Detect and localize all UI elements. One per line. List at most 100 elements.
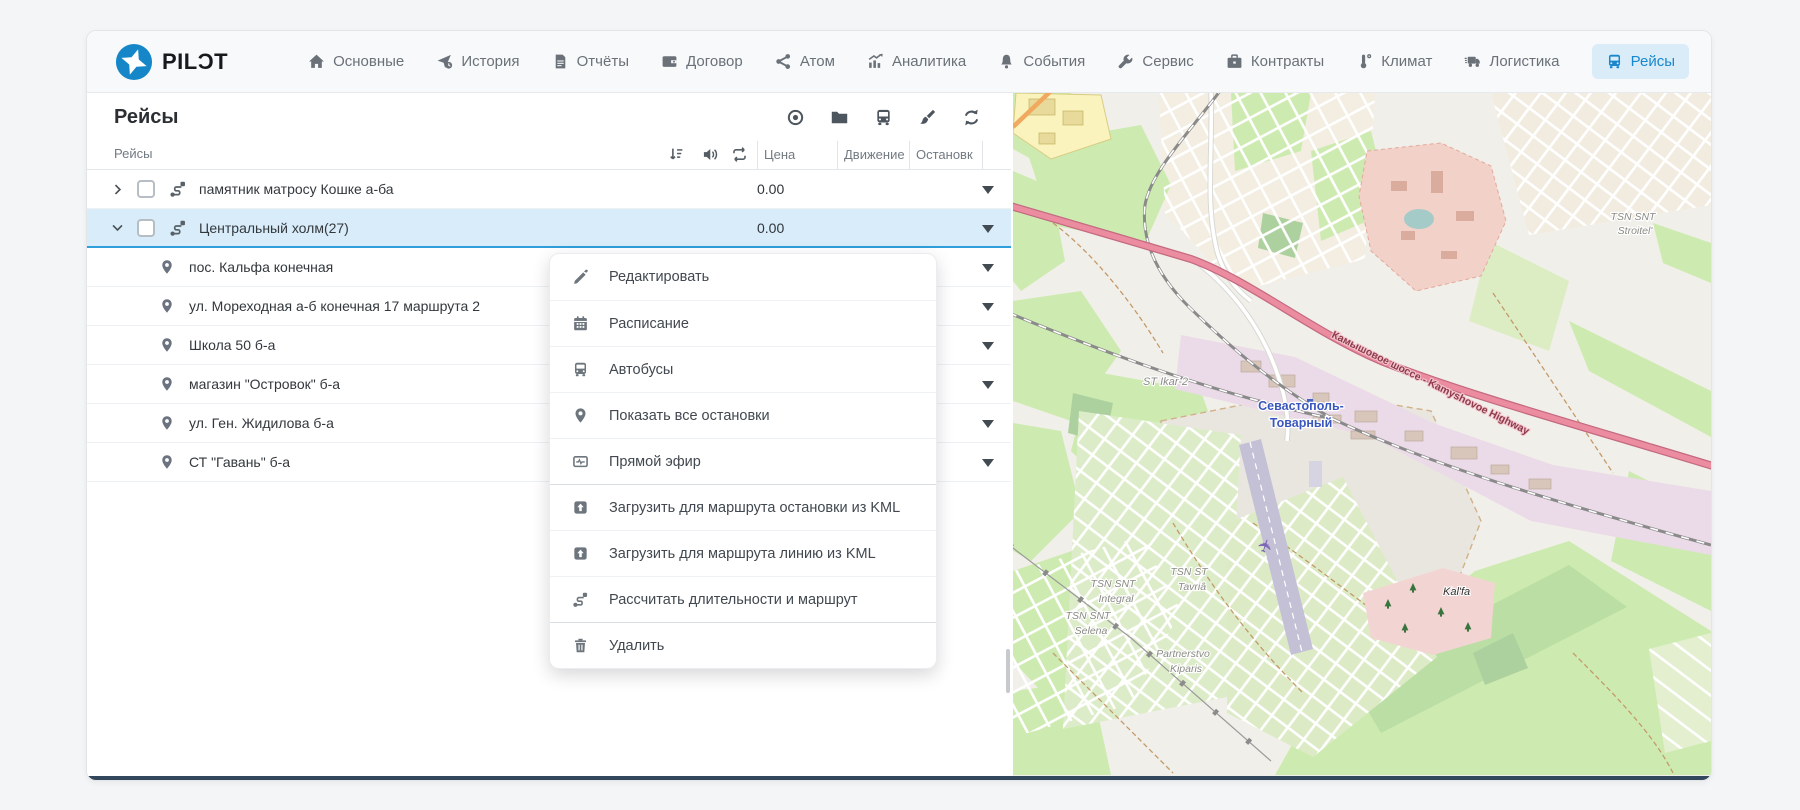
route-label: памятник матросу Кошке а-ба [199, 181, 394, 197]
nav-item-atom[interactable]: Атом [775, 53, 835, 70]
column-trips[interactable]: Рейсы [114, 146, 152, 161]
bell-icon [998, 53, 1015, 70]
bus-icon [572, 361, 589, 378]
menu-item-edit[interactable]: Редактировать [550, 254, 936, 300]
menu-label: Загрузить для маршрута линию из KML [609, 546, 876, 562]
nav-item-main[interactable]: Основные [308, 53, 404, 70]
map-canvas: ✈ TSN SNT [1013, 93, 1711, 778]
nav-label: События [1023, 53, 1085, 70]
pin-icon [159, 376, 175, 392]
brand-logo[interactable]: PILƆT [115, 43, 228, 81]
route-row-selected[interactable]: Центральный холм(27) 0.00 [87, 209, 1011, 248]
nav-item-trips[interactable]: Рейсы [1592, 44, 1689, 79]
row-checkbox[interactable] [137, 219, 155, 237]
calendar-icon [572, 315, 589, 332]
panel-title: Рейсы [114, 106, 178, 129]
row-caret-icon[interactable] [982, 342, 994, 350]
chevron-down-icon[interactable] [111, 221, 124, 234]
app-window: PILƆT Основные История Отчёты Договор Ат… [86, 30, 1712, 781]
stop-label: пос. Кальфа конечная [189, 259, 333, 275]
row-caret-icon[interactable] [982, 186, 994, 194]
menu-item-show-stops[interactable]: Показать все остановки [550, 392, 936, 438]
svg-text:Stroitel': Stroitel' [1618, 225, 1654, 237]
menu-item-calc-route[interactable]: Рассчитать длительности и маршрут [550, 576, 936, 622]
menu-item-schedule[interactable]: Расписание [550, 300, 936, 346]
menu-item-buses[interactable]: Автобусы [550, 346, 936, 392]
svg-text:ST Ikar-2: ST Ikar-2 [1143, 376, 1188, 388]
row-caret-icon[interactable] [982, 420, 994, 428]
column-price[interactable]: Цена [757, 141, 837, 169]
nav-label: Рейсы [1631, 53, 1675, 70]
nav-label: История [461, 53, 519, 70]
row-caret-icon[interactable] [982, 381, 994, 389]
column-movement[interactable]: Движение [837, 141, 909, 169]
nav-item-history[interactable]: История [436, 53, 519, 70]
bus-icon[interactable] [874, 108, 893, 127]
brand-name: PILƆT [162, 49, 228, 75]
nav-item-contracts[interactable]: Контракты [1226, 53, 1324, 70]
stop-label: магазин "Островок" б-а [189, 376, 340, 392]
kalfa-label: Kal'fa [1443, 586, 1470, 598]
nav-item-contract[interactable]: Договор [661, 53, 743, 70]
brush-icon[interactable] [918, 108, 937, 127]
row-caret-icon[interactable] [982, 303, 994, 311]
history-icon [436, 53, 453, 70]
nav-label: Климат [1381, 53, 1432, 70]
folder-icon[interactable] [830, 108, 849, 127]
route-price: 0.00 [757, 220, 784, 236]
refresh-icon[interactable] [962, 108, 981, 127]
upload-icon [572, 545, 589, 562]
panel-header: Рейсы [87, 93, 1011, 141]
nav-item-logistics[interactable]: Логистика [1464, 53, 1559, 70]
menu-item-upload-line-kml[interactable]: Загрузить для маршрута линию из KML [550, 530, 936, 576]
report-icon [552, 53, 569, 70]
nav-item-events[interactable]: События [998, 53, 1085, 70]
briefcase-icon [1226, 53, 1243, 70]
chevron-right-icon[interactable] [111, 183, 124, 196]
row-checkbox[interactable] [137, 180, 155, 198]
row-caret-icon[interactable] [982, 225, 994, 233]
upload-icon [572, 499, 589, 516]
row-caret-icon[interactable] [982, 459, 994, 467]
nav-label: Атом [800, 53, 835, 70]
thermometer-icon [1356, 53, 1373, 70]
map[interactable]: ✈ TSN SNT [1013, 93, 1711, 778]
svg-text:TSN SNT: TSN SNT [1611, 211, 1658, 223]
svg-text:Selena: Selena [1075, 625, 1108, 637]
panel-scrollbar[interactable] [1006, 649, 1010, 693]
nav-item-climate[interactable]: Климат [1356, 53, 1432, 70]
trash-icon [572, 637, 589, 654]
stop-label: Школа 50 б-а [189, 337, 275, 353]
sort-icon[interactable] [668, 146, 685, 163]
nav-item-reports[interactable]: Отчёты [552, 53, 629, 70]
pin-icon [159, 337, 175, 353]
pilot-logo-icon [115, 43, 153, 81]
svg-text:TSN ST: TSN ST [1170, 566, 1209, 578]
svg-text:TSN SNT: TSN SNT [1066, 610, 1113, 622]
panel-toolbar [786, 93, 981, 141]
menu-label: Прямой эфир [609, 454, 701, 470]
visibility-icon[interactable] [786, 108, 805, 127]
volume-icon[interactable] [702, 146, 719, 163]
repeat-icon[interactable] [731, 146, 748, 163]
nav-item-analytics[interactable]: Аналитика [867, 53, 966, 70]
station-label: Севастополь- [1258, 399, 1344, 413]
nav-label: Сервис [1142, 53, 1193, 70]
menu-item-live[interactable]: Прямой эфир [550, 438, 936, 484]
route-row[interactable]: памятник матросу Кошке а-ба 0.00 [87, 170, 1011, 209]
molecule-icon [775, 53, 792, 70]
pin-icon [159, 259, 175, 275]
route-icon [169, 180, 187, 198]
nav-items: Основные История Отчёты Договор Атом Ана… [308, 44, 1689, 79]
nav-label: Контракты [1251, 53, 1324, 70]
menu-item-delete[interactable]: Удалить [550, 622, 936, 668]
stop-label: СТ "Гавань" б-а [189, 454, 290, 470]
column-stops[interactable]: Остановк [909, 141, 983, 169]
nav-label: Аналитика [892, 53, 966, 70]
menu-label: Редактировать [609, 269, 709, 285]
row-caret-icon[interactable] [982, 264, 994, 272]
svg-text:Tavriâ: Tavriâ [1178, 581, 1206, 593]
nav-item-service[interactable]: Сервис [1117, 53, 1193, 70]
menu-item-upload-stops-kml[interactable]: Загрузить для маршрута остановки из KML [550, 484, 936, 530]
menu-label: Удалить [609, 638, 664, 654]
